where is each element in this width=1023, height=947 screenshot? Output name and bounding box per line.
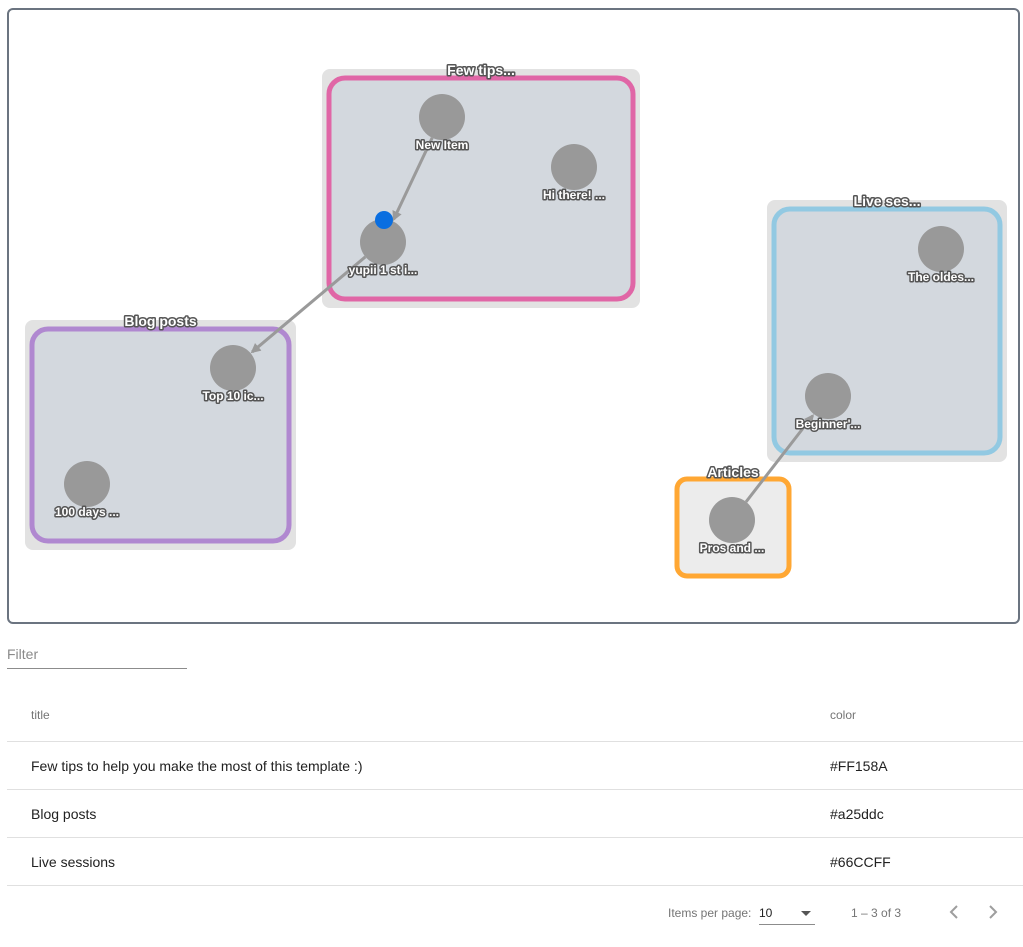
chevron-right-icon	[989, 905, 998, 919]
graph-canvas[interactable]: Few tips... Blog posts Live ses... Articles…	[7, 8, 1020, 624]
node-circle	[64, 461, 110, 507]
row-color: #66CCFF	[830, 853, 891, 870]
table-row[interactable]: Blog posts #a25ddc	[7, 790, 1023, 838]
group-label: Articles	[707, 464, 759, 480]
items-per-page-label: Items per page:	[668, 906, 752, 920]
node-label: 100 days ...	[55, 505, 119, 519]
node-label: The oldes...	[908, 270, 974, 284]
chevron-down-icon	[801, 911, 811, 916]
group-label: Blog posts	[124, 313, 197, 329]
column-header-title[interactable]: title	[31, 688, 50, 741]
row-color: #FF158A	[830, 757, 888, 774]
page-range-label: 1 – 3 of 3	[851, 906, 902, 920]
filter-field[interactable]	[7, 640, 187, 669]
node-label: Hi there! ...	[543, 188, 605, 202]
filter-input[interactable]	[7, 640, 187, 669]
next-page-button[interactable]	[981, 900, 1005, 924]
group-label: Few tips...	[447, 62, 515, 78]
node-circle	[918, 226, 964, 272]
node-circle	[709, 497, 755, 543]
node-label: Beginner'...	[796, 417, 861, 431]
row-title: Few tips to help you make the most of th…	[31, 757, 363, 774]
paginator: Items per page: 10 1 – 3 of 3	[7, 888, 1023, 940]
row-title: Blog posts	[31, 805, 97, 822]
node-circle	[551, 144, 597, 190]
node-label: yupii 1 st i...	[349, 263, 418, 277]
edge-handle-dot[interactable]	[375, 211, 393, 229]
page-size-value: 10	[759, 906, 773, 920]
group-label: Live ses...	[854, 193, 921, 209]
groups-table: title color Few tips to help you make th…	[7, 688, 1023, 886]
previous-page-button[interactable]	[942, 900, 966, 924]
node-label: Top 10 ic...	[202, 389, 263, 403]
node-label: Pros and ...	[700, 541, 765, 555]
node-label: New Item	[416, 138, 469, 152]
column-header-color[interactable]: color	[830, 688, 856, 741]
node-circle	[419, 94, 465, 140]
table-header-row: title color	[7, 688, 1023, 742]
table-row[interactable]: Few tips to help you make the most of th…	[7, 742, 1023, 790]
chevron-left-icon	[949, 905, 958, 919]
graph-svg[interactable]: Few tips... Blog posts Live ses... Articles…	[9, 10, 1018, 622]
node-circle	[210, 345, 256, 391]
page-size-select[interactable]: 10	[759, 902, 815, 925]
table-row[interactable]: Live sessions #66CCFF	[7, 838, 1023, 886]
row-color: #a25ddc	[830, 805, 884, 822]
row-title: Live sessions	[31, 853, 116, 870]
node-circle	[805, 373, 851, 419]
